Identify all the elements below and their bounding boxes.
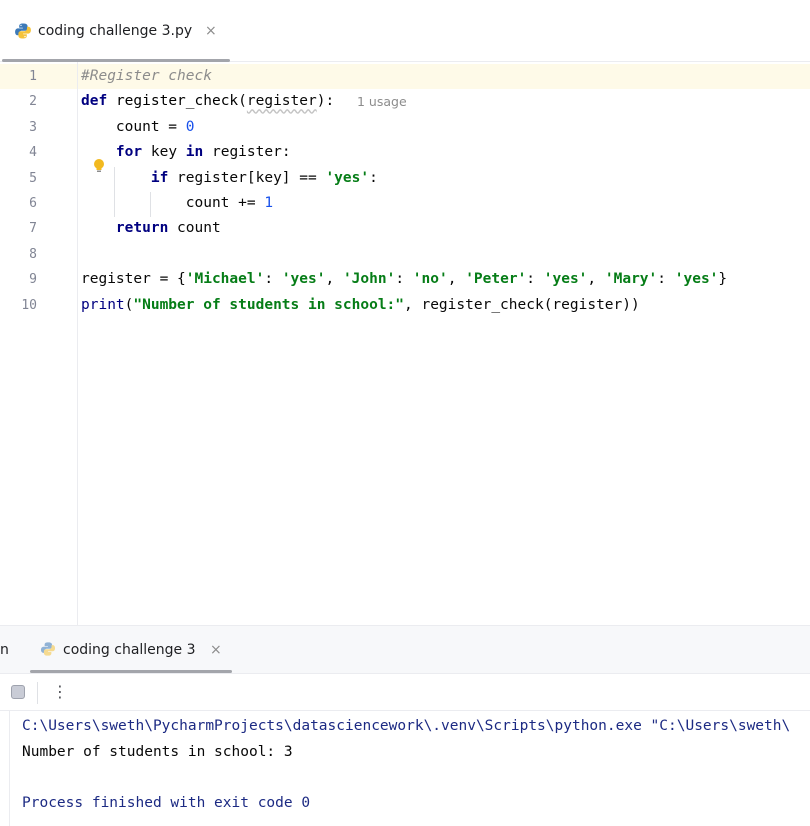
code-line-4: for key in register: [115, 144, 291, 161]
stop-icon[interactable] [11, 685, 25, 699]
code-token: for [115, 144, 143, 161]
code-editor[interactable]: 1 2 3 4 5 6 7 8 9 10 #Register check def… [0, 62, 810, 625]
editor-tab-bar: coding challenge 3.py × [0, 0, 810, 62]
code-token: 'John' [342, 271, 396, 288]
editor-tab-label: coding challenge 3.py [38, 23, 193, 39]
run-tool-window: n coding challenge 3 × ⋮ C:\Users\sweth\… [0, 625, 810, 826]
line-number: 9 [29, 272, 37, 288]
code-line-10: print("Number of students in school:", r… [81, 296, 640, 313]
code-token: 1 [264, 195, 274, 211]
code-token: print [81, 296, 125, 313]
code-token: 'Mary' [604, 271, 658, 288]
console-gutter [0, 711, 10, 826]
run-tab-bar: n coding challenge 3 × [0, 626, 810, 673]
code-line-5: if register[key] == 'yes': [150, 169, 378, 186]
editor-tab-coding-challenge[interactable]: coding challenge 3.py × [0, 0, 230, 62]
code-token: register_check [115, 93, 239, 110]
toolbar-separator [37, 682, 38, 704]
code-token: 'Peter' [465, 271, 527, 288]
line-number: 10 [21, 297, 37, 313]
code-token: register [246, 93, 317, 110]
code-token: return [115, 220, 169, 237]
close-icon[interactable]: × [205, 22, 217, 40]
usage-inlay-hint[interactable]: 1 usage [357, 89, 407, 114]
line-number: 5 [29, 170, 37, 186]
line-number: 3 [29, 119, 37, 135]
console-output[interactable]: C:\Users\sweth\PycharmProjects\datascien… [0, 711, 810, 826]
python-icon [40, 642, 56, 656]
code-token: "Number of students in school:" [133, 296, 405, 313]
code-token: 'no' [412, 271, 448, 288]
code-token: def [81, 93, 108, 110]
line-number: 8 [29, 246, 37, 262]
line-number: 1 [29, 69, 37, 84]
code-token: if [150, 169, 169, 186]
close-icon[interactable]: × [210, 641, 222, 659]
console-exit-line: Process finished with exit code 0 [22, 794, 311, 811]
code-token: in [185, 144, 204, 161]
code-token: 'yes' [674, 271, 719, 288]
console-command-line: C:\Users\sweth\PycharmProjects\datascien… [22, 718, 791, 734]
code-line-9: register = {'Michael': 'yes', 'John': 'n… [81, 271, 728, 288]
line-number-gutter: 1 2 3 4 5 6 7 8 9 10 [0, 62, 78, 625]
run-toolbar: ⋮ [0, 673, 810, 711]
run-tab-label: coding challenge 3 [63, 642, 196, 658]
line-number: 7 [29, 221, 37, 237]
code-token: #Register check [81, 68, 212, 84]
code-token: 'yes' [543, 271, 588, 288]
code-token: 'yes' [325, 169, 370, 186]
console-output-line: Number of students in school: 3 [22, 743, 293, 760]
run-config-tab[interactable]: coding challenge 3 × [30, 626, 232, 673]
python-file-icon [15, 23, 31, 39]
code-line-2: def register_check(register): [81, 93, 335, 110]
code-token: 'Michael' [185, 271, 265, 288]
code-token: 0 [185, 118, 195, 135]
code-line-3: count = 0 [81, 118, 195, 135]
line-number: 2 [29, 94, 37, 110]
more-options-icon[interactable]: ⋮ [52, 682, 68, 704]
line-number: 4 [29, 145, 37, 161]
code-token: 'yes' [281, 271, 326, 288]
line-number: 6 [29, 196, 37, 211]
run-tool-window-title[interactable]: n [0, 641, 9, 659]
code-line-7: return count [115, 220, 221, 237]
code-line-1: #Register check [81, 64, 212, 89]
code-line-6: count += 1 [81, 195, 274, 211]
